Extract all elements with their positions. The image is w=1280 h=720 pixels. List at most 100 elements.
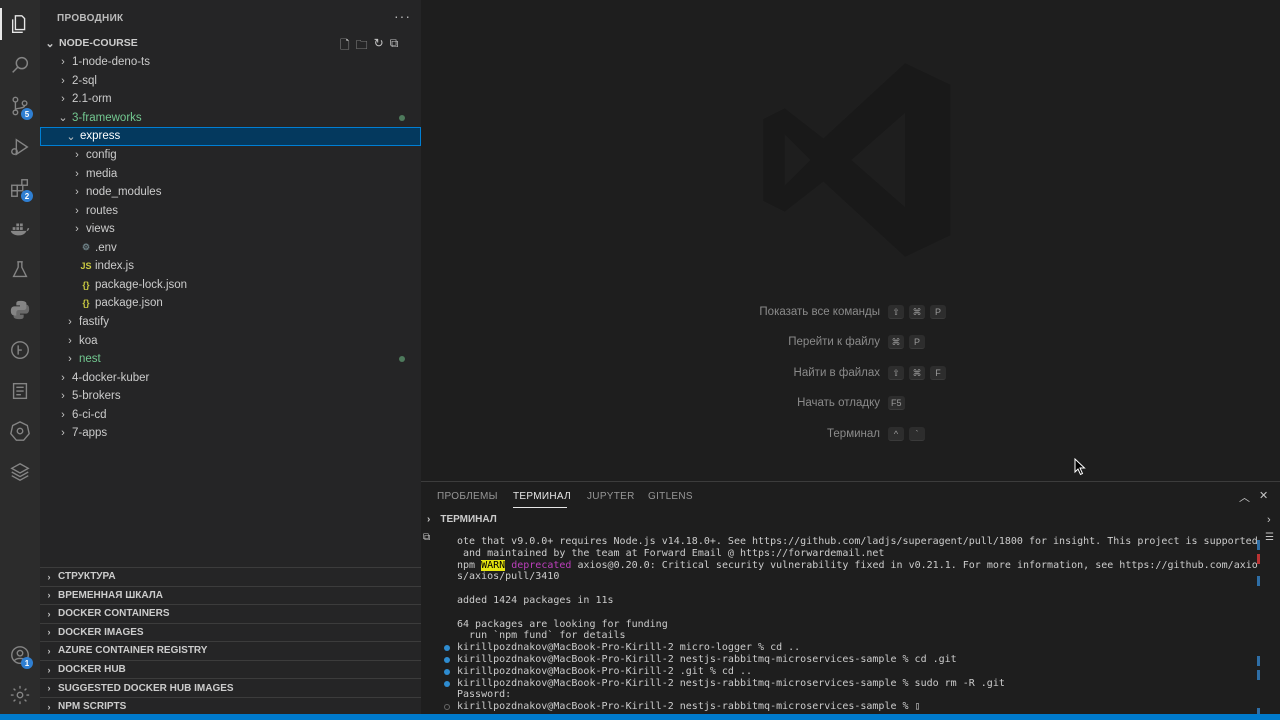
sidebar-section[interactable]: › SUGGESTED DOCKER HUB IMAGES: [40, 678, 421, 697]
python-icon[interactable]: [0, 290, 40, 330]
kubernetes-icon[interactable]: [0, 411, 40, 451]
tree-item[interactable]: › 7-apps: [40, 424, 421, 443]
active-tab-underline: [513, 507, 567, 508]
tree-item[interactable]: › media: [40, 164, 421, 183]
chevron-right-icon: ›: [75, 204, 79, 217]
tree-item-label: 1-node-deno-ts: [72, 56, 150, 69]
tree-item[interactable]: › nest: [40, 350, 421, 369]
modified-dot: [399, 114, 405, 121]
tree-item[interactable]: {} package.json: [40, 294, 421, 313]
keycap: ⇧: [888, 366, 904, 380]
chevron-right-icon: ›: [61, 56, 65, 69]
shortcut-label: Начать отладку: [797, 397, 880, 409]
tree-item-label: .env: [95, 241, 117, 254]
run-debug-icon[interactable]: [0, 127, 40, 167]
chevron-right-icon[interactable]: ›: [427, 514, 430, 525]
terminal-output[interactable]: ote that v9.0.0+ requires Node.js v14.18…: [444, 536, 1258, 713]
docker-icon[interactable]: [0, 209, 40, 249]
chevron-right-icon[interactable]: ›: [1267, 514, 1271, 526]
tree-item[interactable]: › routes: [40, 201, 421, 220]
active-indicator: [0, 8, 2, 40]
explorer-icon[interactable]: [0, 4, 40, 44]
shortcut-hint: Перейти к файлу ⌘ P: [680, 335, 930, 349]
tree-item[interactable]: › 5-brokers: [40, 387, 421, 406]
gitlens-icon[interactable]: [0, 330, 40, 370]
tab-terminal[interactable]: ТЕРМИНАЛ: [513, 491, 571, 502]
chevron-right-icon: ›: [68, 353, 72, 366]
terminal-split-icon[interactable]: ⧉: [423, 532, 430, 543]
sidebar-section[interactable]: › СТРУКТУРА: [40, 567, 421, 586]
keycap: ⌘: [909, 305, 925, 319]
notebook-icon[interactable]: [0, 371, 40, 411]
terminal-line: kirillpozdnakov@MacBook-Pro-Kirill-2 nes…: [444, 678, 1257, 690]
layers-icon[interactable]: [0, 452, 40, 492]
javascript-file-icon: JS: [80, 261, 92, 272]
command-decoration-icon[interactable]: [444, 645, 450, 652]
tree-item[interactable]: › config: [40, 146, 421, 165]
chevron-right-icon: ›: [61, 427, 65, 440]
chevron-right-icon: ›: [61, 74, 65, 87]
tree-item[interactable]: › fastify: [40, 313, 421, 332]
tree-item[interactable]: ⚙ .env: [40, 239, 421, 258]
tree-item-label: 3-frameworks: [72, 111, 142, 124]
tree-item[interactable]: ⌄ 3-frameworks: [40, 109, 421, 128]
maximize-panel-icon[interactable]: ︿: [1239, 489, 1250, 505]
tab-gitlens[interactable]: GITLENS: [648, 491, 693, 502]
sidebar-section-label: ВРЕМЕННАЯ ШКАЛА: [58, 589, 163, 601]
tree-item[interactable]: › 2.1-orm: [40, 90, 421, 109]
command-decoration-icon[interactable]: [444, 668, 450, 675]
command-decoration-icon[interactable]: [444, 680, 450, 687]
keycap: ^: [888, 427, 904, 441]
sidebar-section[interactable]: › AZURE CONTAINER REGISTRY: [40, 641, 421, 660]
tree-item[interactable]: JS index.js: [40, 257, 421, 276]
search-icon[interactable]: [0, 45, 40, 85]
command-decoration-icon[interactable]: [444, 704, 450, 711]
command-decoration-icon[interactable]: [444, 656, 450, 663]
tree-item[interactable]: › views: [40, 220, 421, 239]
chevron-right-icon: ›: [47, 608, 51, 619]
tree-item[interactable]: {} package-lock.json: [40, 276, 421, 295]
settings-gear-icon[interactable]: [0, 675, 40, 715]
tree-item-label: express: [80, 130, 121, 143]
sidebar-section-label: DOCKER CONTAINERS: [58, 608, 170, 620]
keycap: F: [930, 366, 946, 380]
sidebar-section[interactable]: › DOCKER HUB: [40, 659, 421, 679]
tab-jupyter[interactable]: JUPYTER: [587, 491, 635, 502]
more-actions-icon[interactable]: ···: [394, 8, 411, 24]
tree-item[interactable]: › 1-node-deno-ts: [40, 53, 421, 72]
tree-item-label: 2.1-orm: [72, 93, 112, 106]
tree-item[interactable]: › 6-ci-cd: [40, 405, 421, 424]
terminal-title: ТЕРМИНАЛ: [440, 514, 497, 525]
tree-item[interactable]: › 2-sql: [40, 72, 421, 91]
accounts-badge: 1: [21, 657, 33, 669]
keycap: F5: [888, 396, 905, 410]
status-bar: [0, 714, 1280, 720]
tree-item-label: package-lock.json: [95, 278, 188, 291]
chevron-right-icon: ›: [75, 186, 79, 199]
source-control-icon[interactable]: 5: [0, 86, 40, 126]
terminal-line: kirillpozdnakov@MacBook-Pro-Kirill-2 nes…: [444, 654, 1257, 666]
chevron-right-icon: ›: [47, 590, 51, 601]
tab-problems[interactable]: ПРОБЛЕМЫ: [437, 491, 498, 502]
shortcut-hint: Найти в файлах ⇧ ⌘ F: [680, 366, 951, 380]
close-panel-icon[interactable]: ✕: [1259, 489, 1268, 502]
terminal-list-icon[interactable]: ☰: [1265, 532, 1274, 543]
sidebar-section-label: AZURE CONTAINER REGISTRY: [58, 645, 208, 657]
tree-item[interactable]: › koa: [40, 331, 421, 350]
sidebar-section[interactable]: › DOCKER CONTAINERS: [40, 604, 421, 623]
tree-item[interactable]: ⌄ express: [40, 127, 421, 146]
sidebar-section[interactable]: › NPM SCRIPTS: [40, 696, 421, 716]
chevron-right-icon: ›: [47, 627, 51, 638]
tree-item[interactable]: › 4-docker-kuber: [40, 368, 421, 387]
explorer-sidebar: ПРОВОДНИК ··· ⌄ NODE-COURSE 🗋 🗀 ↻ ⧉ › 1-n…: [40, 0, 421, 714]
chevron-down-icon: ⌄: [45, 37, 55, 50]
extensions-icon[interactable]: 2: [0, 168, 40, 208]
test-icon[interactable]: [0, 250, 40, 290]
tree-item[interactable]: › node_modules: [40, 183, 421, 202]
accounts-icon[interactable]: 1: [0, 635, 40, 675]
sidebar-section[interactable]: › ВРЕМЕННАЯ ШКАЛА: [40, 585, 421, 605]
sidebar-title: ПРОВОДНИК: [57, 13, 124, 24]
chevron-right-icon: ›: [47, 683, 51, 694]
sidebar-section[interactable]: › DOCKER IMAGES: [40, 622, 421, 642]
